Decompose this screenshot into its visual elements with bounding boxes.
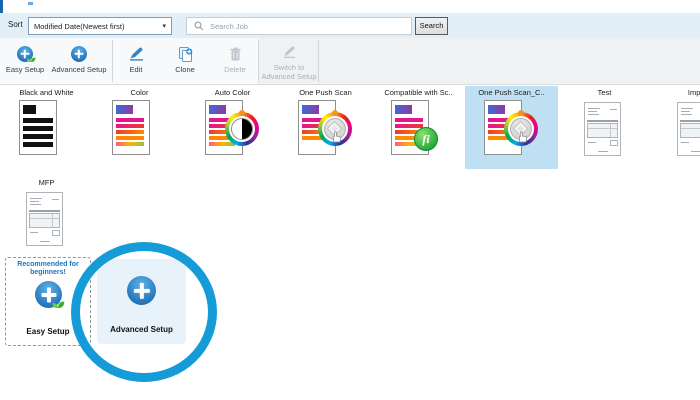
sort-dropdown[interactable]: Modified Date(Newest first) ▾ — [28, 17, 172, 35]
switch-pencil-icon — [282, 43, 297, 61]
easy-setup-tile[interactable]: Recommended for beginners! Easy Setup — [5, 257, 91, 346]
plus-circle-icon — [127, 276, 156, 305]
search-box[interactable] — [186, 17, 412, 35]
form-document-icon — [667, 99, 700, 157]
auto-color-document-icon — [202, 99, 262, 157]
job-label: One Push Scan — [279, 88, 372, 97]
job-label: Auto Color — [186, 88, 279, 97]
recommended-note: Recommended for beginners! — [6, 261, 90, 277]
search-input[interactable] — [204, 19, 411, 33]
window-titlebar-fragment — [28, 2, 33, 5]
edit-pencil-icon — [128, 45, 145, 63]
job-item-one-push-scan-copy[interactable]: One Push Scan_C.. — [465, 86, 558, 170]
window-title-strip — [0, 0, 700, 13]
plus-circle-sprout-icon — [17, 45, 33, 63]
chevron-down-icon: ▾ — [162, 22, 171, 30]
edit-button-label: Edit — [130, 66, 143, 75]
one-push-scan-document-icon — [295, 99, 355, 157]
form-document-icon — [574, 99, 634, 157]
advanced-setup-button[interactable]: Advanced Setup — [50, 38, 108, 84]
job-item-black-and-white[interactable]: Black and White — [0, 86, 93, 170]
job-label: Impor — [651, 88, 700, 97]
job-item-compatible[interactable]: Compatible with Sc.. fi — [372, 86, 465, 170]
edit-button[interactable]: Edit — [116, 38, 156, 84]
job-label: Test — [558, 88, 651, 97]
sort-label: Sort — [8, 20, 23, 29]
clone-button[interactable]: Clone — [165, 38, 205, 84]
sort-search-bar: Sort Modified Date(Newest first) ▾ Searc… — [0, 13, 700, 38]
job-grid: Black and White Color Aut — [0, 86, 700, 266]
job-label: One Push Scan_C.. — [465, 88, 558, 97]
plus-circle-sprout-icon — [35, 281, 62, 308]
toolbar-divider — [112, 40, 113, 82]
clone-documents-icon — [177, 45, 194, 63]
color-document-icon — [109, 99, 169, 157]
easy-setup-button-label: Easy Setup — [6, 66, 44, 75]
easy-setup-button[interactable]: Easy Setup — [2, 38, 48, 84]
job-label: Black and White — [0, 88, 93, 97]
fi-compatible-document-icon: fi — [388, 99, 448, 157]
job-item-import[interactable]: Impor — [651, 86, 700, 170]
hand-pointer-icon — [516, 130, 529, 143]
job-label: Color — [93, 88, 186, 97]
toolbar-disabled-zone — [258, 38, 700, 84]
window-accent-bar — [0, 0, 3, 13]
fi-logo-icon: fi — [414, 127, 438, 151]
search-icon — [194, 21, 204, 31]
easy-setup-tile-label: Easy Setup — [6, 327, 90, 336]
search-button[interactable]: Search — [415, 17, 448, 35]
clone-button-label: Clone — [175, 66, 195, 75]
job-label: Compatible with Sc.. — [372, 88, 465, 97]
advanced-setup-tile-label: Advanced Setup — [97, 325, 186, 334]
toolbar-divider — [258, 40, 259, 82]
job-item-auto-color[interactable]: Auto Color — [186, 86, 279, 170]
job-item-one-push-scan[interactable]: One Push Scan — [279, 86, 372, 170]
job-item-test[interactable]: Test — [558, 86, 651, 170]
trash-icon — [228, 45, 243, 63]
job-item-mfp[interactable]: MFP — [0, 176, 93, 260]
switch-to-advanced-setup-label: Switch to Advanced Setup — [260, 64, 318, 81]
job-label: MFP — [0, 178, 93, 187]
advanced-setup-button-label: Advanced Setup — [51, 66, 106, 75]
job-toolbar: Easy Setup Advanced Setup Edit — [0, 38, 700, 85]
hand-pointer-icon — [330, 130, 343, 143]
job-item-color[interactable]: Color — [93, 86, 186, 170]
form-document-icon — [16, 189, 76, 247]
delete-button-label: Delete — [224, 66, 246, 75]
advanced-setup-tile[interactable]: Advanced Setup — [97, 259, 186, 344]
sort-dropdown-value: Modified Date(Newest first) — [29, 22, 162, 31]
one-push-scan-document-icon — [481, 99, 541, 157]
black-white-document-icon — [16, 99, 76, 157]
toolbar-divider — [318, 40, 319, 82]
delete-button[interactable]: Delete — [215, 38, 255, 84]
plus-circle-icon — [71, 45, 87, 63]
switch-to-advanced-setup-button[interactable]: Switch to Advanced Setup — [260, 38, 318, 84]
